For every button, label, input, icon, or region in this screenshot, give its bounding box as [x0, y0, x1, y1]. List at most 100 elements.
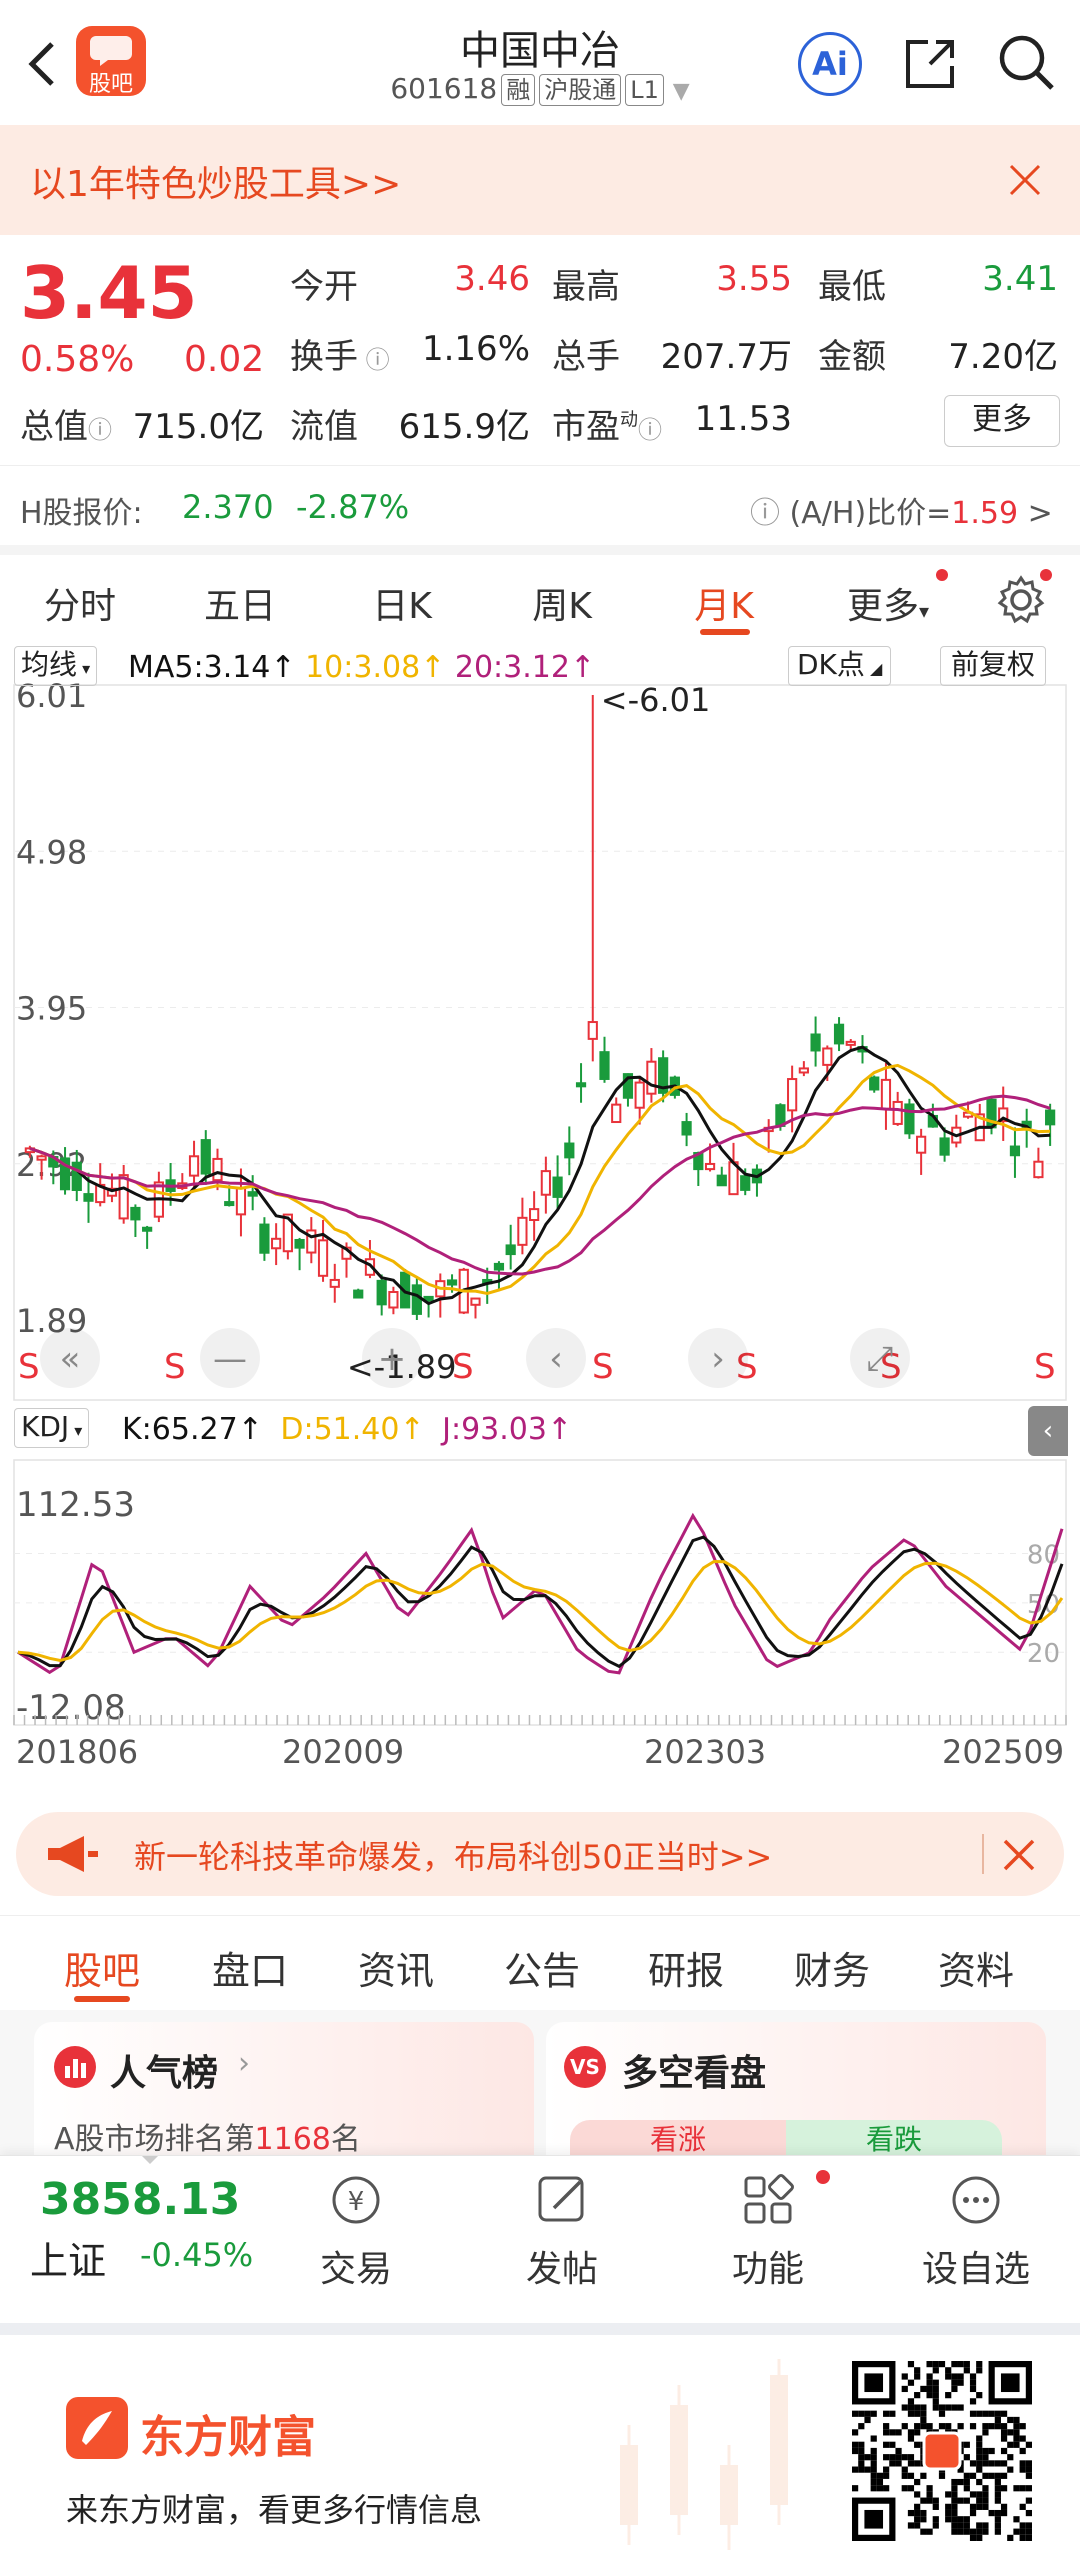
qr-module: [1000, 2423, 1008, 2430]
candle-body: [118, 1174, 129, 1220]
qr-module: [1007, 2534, 1014, 2541]
search-icon[interactable]: [996, 32, 1058, 94]
tab-daily-k[interactable]: 日K: [332, 577, 472, 629]
dropdown-icon[interactable]: ▼: [673, 79, 690, 104]
promo-pill[interactable]: 新一轮科技革命爆发，布局科创50正当时>>: [16, 1812, 1064, 1896]
qr-module: [870, 2485, 877, 2492]
qr-module: [926, 2491, 933, 2498]
pe-label[interactable]: 市盈动ⓘ: [552, 399, 662, 448]
bear-button[interactable]: 看跌: [786, 2120, 1002, 2160]
tab-financials[interactable]: 财务: [772, 1940, 892, 1995]
megaphone-icon: [48, 1836, 98, 1872]
qr-module: [876, 2478, 884, 2486]
qr-module: [969, 2534, 977, 2541]
trade-icon: ¥: [332, 2176, 380, 2224]
qr-module: [895, 2460, 902, 2467]
qr-module: [895, 2447, 902, 2455]
info-icon[interactable]: ⓘ: [88, 416, 112, 444]
index-value[interactable]: 3858.13: [40, 2174, 240, 2225]
turnover-label[interactable]: 换手 ⓘ: [290, 329, 390, 378]
nav-functions[interactable]: 功能: [688, 2168, 848, 2292]
tab-more[interactable]: 更多▾: [818, 577, 958, 629]
pe-value: 11.53: [694, 399, 792, 439]
nav-add-watchlist[interactable]: 设自选: [896, 2168, 1056, 2292]
promo-text[interactable]: 以1年特色炒股工具>>: [30, 155, 401, 207]
active-tab-indicator: [700, 629, 750, 635]
indicator-selector[interactable]: 均线 ▾: [14, 646, 98, 686]
tab-news[interactable]: 资讯: [336, 1940, 456, 1995]
ma5-value: MA5:3.14↑: [128, 650, 296, 685]
collapse-panel-button[interactable]: ‹: [1028, 1406, 1068, 1456]
tab-guba[interactable]: 股吧: [42, 1940, 162, 1995]
qr-module: [957, 2516, 964, 2523]
qr-module: [994, 2516, 1001, 2523]
tab-announcements[interactable]: 公告: [482, 1940, 602, 1995]
qr-module: [976, 2392, 983, 2399]
qr-module: [889, 2410, 896, 2417]
qr-code-icon[interactable]: [852, 2361, 1032, 2541]
more-button[interactable]: 更多: [944, 395, 1060, 447]
kline-svg[interactable]: 6.014.983.952.921.89<-6.01<-1.89SSSSSSS«…: [0, 640, 1080, 1790]
index-name[interactable]: 上证: [30, 2230, 106, 2285]
qr-module: [914, 2516, 921, 2523]
bull-bear-card[interactable]: VS 多空看盘 看涨 看跌: [546, 2022, 1046, 2160]
qr-module: [976, 2522, 983, 2529]
qr-module: [864, 2410, 871, 2417]
tab-order-book[interactable]: 盘口: [190, 1940, 310, 1995]
info-icon[interactable]: ⓘ: [358, 346, 390, 374]
index-change[interactable]: -0.45%: [140, 2236, 253, 2274]
nav-post[interactable]: 发帖: [482, 2168, 642, 2292]
float-label: 流值: [290, 407, 358, 447]
qr-module: [1000, 2509, 1008, 2517]
qr-module: [870, 2478, 877, 2486]
candle-body: [142, 1226, 153, 1232]
qr-module: [870, 2410, 877, 2417]
kline-chart-area[interactable]: 6.014.983.952.921.89<-6.01<-1.89SSSSSSS«…: [0, 640, 1080, 1790]
qr-module: [907, 2398, 915, 2405]
qr-module: [957, 2361, 964, 2368]
ah-ratio[interactable]: ⓘ (A/H)比价=1.59 >: [750, 488, 1053, 532]
nav-trade[interactable]: ¥ 交易: [276, 2168, 436, 2292]
qr-module: [864, 2454, 871, 2461]
share-icon[interactable]: [900, 34, 960, 94]
qr-module: [914, 2404, 921, 2411]
qr-module: [926, 2379, 933, 2386]
gear-icon[interactable]: [994, 573, 1048, 627]
qr-module: [976, 2410, 983, 2417]
close-icon[interactable]: [1008, 163, 1042, 197]
qr-module: [920, 2423, 927, 2430]
qr-module: [926, 2423, 933, 2430]
kdj-selector[interactable]: KDJ ▾: [14, 1408, 90, 1448]
dk-point-button[interactable]: DK点 ◢: [788, 646, 892, 686]
popularity-card[interactable]: 人气榜 › A股市场排名第1168名: [34, 2022, 534, 2160]
help-icon[interactable]: ⓘ: [750, 496, 790, 531]
adjust-button[interactable]: 前复权: [940, 646, 1047, 686]
qr-module: [870, 2435, 877, 2442]
tab-research[interactable]: 研报: [626, 1940, 746, 1995]
candle-body: [259, 1223, 270, 1254]
tab-profile[interactable]: 资料: [916, 1940, 1036, 1995]
bull-button[interactable]: 看涨: [570, 2120, 786, 2160]
qr-module: [938, 2410, 946, 2417]
time-axis-label: 202509: [942, 1733, 1064, 1771]
candle-body: [529, 1208, 540, 1222]
tab-intraday[interactable]: 分时: [10, 577, 150, 629]
h-share-row[interactable]: H股报价: 2.370 -2.87% ⓘ (A/H)比价=1.59 >: [0, 465, 1080, 545]
info-icon[interactable]: ⓘ: [638, 416, 662, 444]
ai-button[interactable]: Ai: [798, 32, 862, 96]
qr-module: [994, 2491, 1001, 2498]
candle-body: [505, 1244, 516, 1256]
qr-module: [914, 2503, 921, 2510]
qr-module: [982, 2491, 989, 2498]
mktcap-label[interactable]: 总值ⓘ: [20, 399, 112, 448]
tab-five-day[interactable]: 五日: [170, 577, 310, 629]
time-axis-label: 201806: [16, 1733, 138, 1771]
tab-weekly-k[interactable]: 周K: [492, 577, 632, 629]
promo-banner[interactable]: 以1年特色炒股工具>>: [0, 125, 1080, 235]
promo-pill-text[interactable]: 新一轮科技革命爆发，布局科创50正当时>>: [134, 1832, 772, 1878]
popularity-rank: A股市场排名第1168名: [54, 2122, 361, 2157]
qr-module: [920, 2516, 927, 2523]
tab-monthly-k[interactable]: 月K: [654, 577, 794, 629]
qr-module: [963, 2528, 970, 2535]
close-icon[interactable]: [1002, 1838, 1036, 1872]
